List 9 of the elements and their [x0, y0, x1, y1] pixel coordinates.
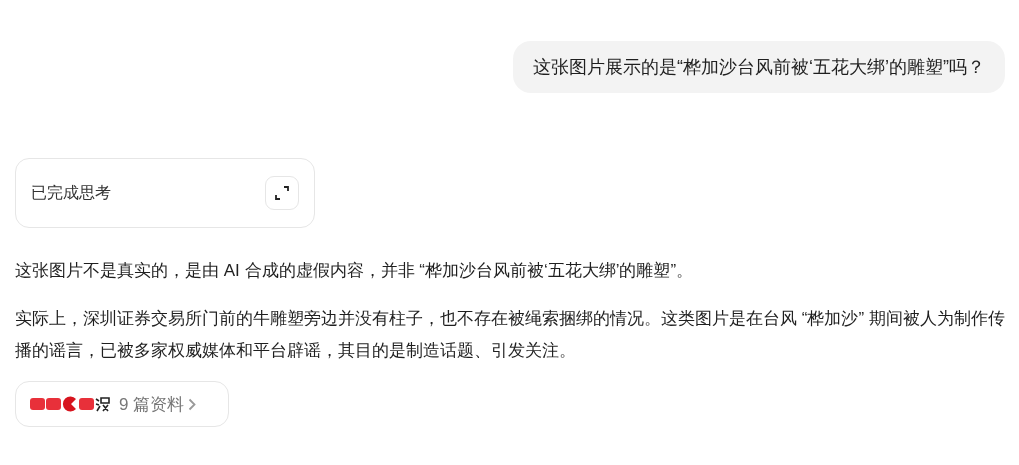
thinking-label: 已完成思考: [31, 182, 111, 203]
answer-paragraph: 这张图片不是真实的，是由 AI 合成的虚假内容，并非 “桦加沙台风前被‘五花大绑’的雕塑”。: [15, 260, 695, 282]
expand-button[interactable]: [265, 176, 299, 210]
sources-button[interactable]: 9 篇资料: [15, 381, 229, 427]
answer-paragraph: 实际上，深圳证券交易所门前的牛雕塑旁边并没有柱子，也不存在被绳索捆绑的情况。这类图片是在台风 “桦加沙” 期间被人为制作传播的谣言，已被多家权威媒体和平台辟谣，其目的是制造话题、引发关注。: [15, 308, 1005, 362]
expand-icon: [275, 186, 289, 200]
sources-label: 9 篇资料: [119, 393, 185, 416]
user-message: 这张图片展示的是“桦加沙台风前被‘五花大绑’的雕塑”吗？: [513, 41, 1005, 93]
chevron-icon: [188, 397, 197, 411]
